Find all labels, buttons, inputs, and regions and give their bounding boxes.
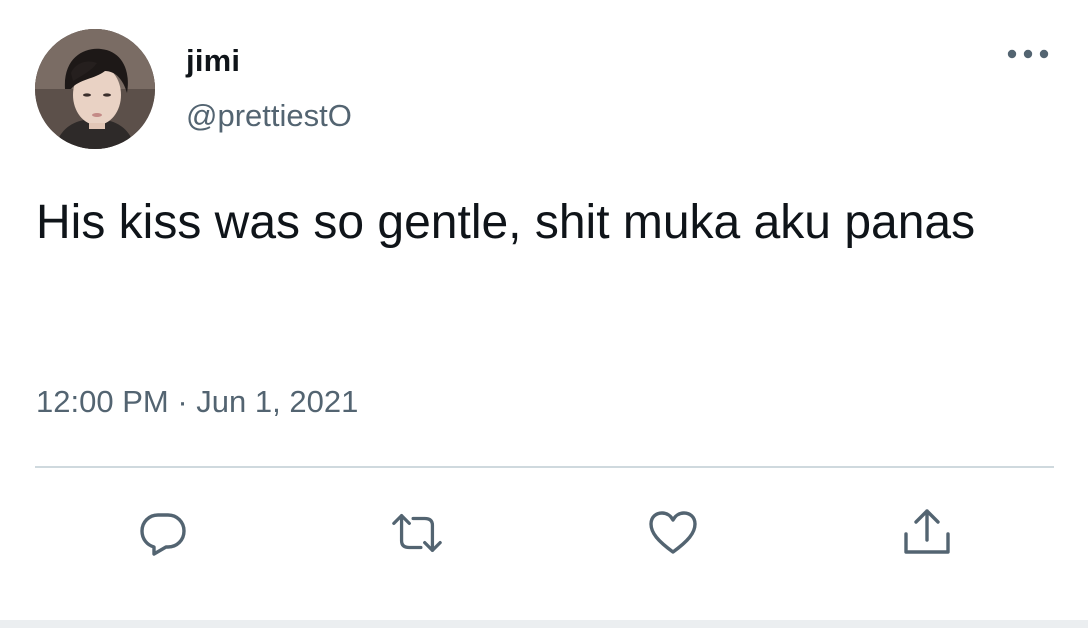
tweet-timestamp[interactable]: 12:00 PM · Jun 1, 2021 (36, 384, 358, 420)
retweet-icon (392, 514, 442, 552)
more-icon (1007, 49, 1049, 59)
like-button[interactable] (646, 506, 700, 560)
tweet-date: Jun 1, 2021 (196, 384, 359, 419)
retweet-button[interactable] (390, 506, 444, 560)
tweet-card: jimi @prettiestO His kiss was so gentle,… (0, 0, 1088, 628)
heart-icon (649, 511, 697, 554)
tweet-text: His kiss was so gentle, shit muka aku pa… (36, 196, 976, 249)
share-button[interactable] (900, 506, 954, 560)
tweet-time: 12:00 PM (36, 384, 169, 419)
reply-button[interactable] (136, 506, 190, 560)
avatar[interactable] (35, 29, 155, 149)
more-button[interactable] (1004, 38, 1052, 70)
user-handle[interactable]: @prettiestO (186, 98, 352, 134)
divider (35, 466, 1054, 468)
display-name[interactable]: jimi (186, 43, 240, 79)
share-icon (904, 509, 950, 554)
avatar-image (35, 29, 155, 149)
reply-icon (140, 513, 186, 556)
bottom-border (0, 620, 1088, 628)
timestamp-separator: · (177, 384, 188, 419)
